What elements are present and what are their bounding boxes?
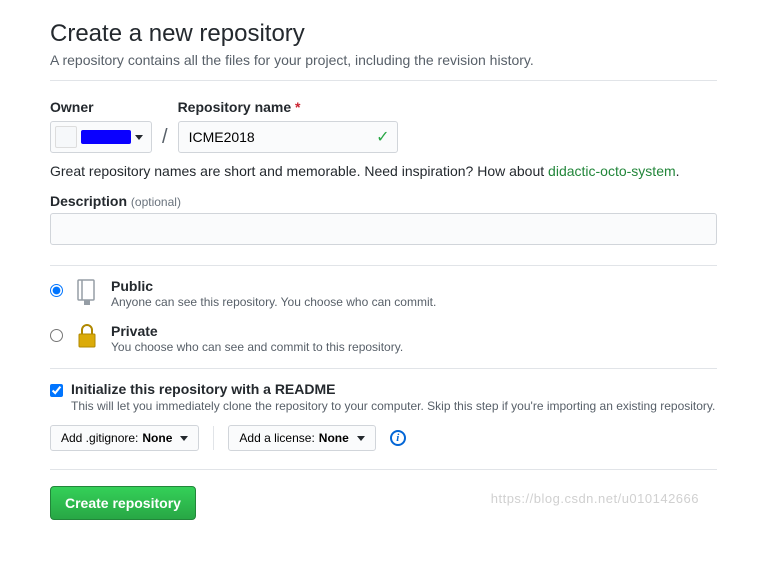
readme-sub: This will let you immediately clone the …: [71, 399, 715, 413]
public-title: Public: [111, 278, 436, 294]
page-subtitle: A repository contains all the files for …: [50, 52, 717, 68]
info-icon[interactable]: i: [390, 430, 406, 446]
lock-icon: [73, 323, 101, 349]
chevron-down-icon: [357, 436, 365, 441]
watermark: https://blog.csdn.net/u010142666: [491, 491, 699, 506]
create-repository-button[interactable]: Create repository: [50, 486, 196, 520]
description-input[interactable]: [50, 213, 717, 245]
check-icon: ✓: [376, 127, 389, 147]
license-select[interactable]: Add a license: None: [228, 425, 375, 451]
divider-vertical: [213, 426, 214, 450]
slash-separator: /: [160, 126, 170, 153]
readme-checkbox[interactable]: [50, 384, 63, 397]
repo-public-icon: [73, 278, 101, 306]
divider: [50, 265, 717, 266]
page-title: Create a new repository: [50, 20, 717, 48]
repo-name-input[interactable]: [178, 121, 398, 153]
private-title: Private: [111, 323, 403, 339]
suggestion-link[interactable]: didactic-octo-system: [548, 163, 676, 179]
chevron-down-icon: [180, 436, 188, 441]
owner-select[interactable]: [50, 121, 152, 153]
private-radio[interactable]: [50, 329, 63, 342]
private-sub: You choose who can see and commit to thi…: [111, 340, 403, 354]
divider: [50, 469, 717, 470]
public-sub: Anyone can see this repository. You choo…: [111, 295, 436, 309]
owner-avatar: [55, 126, 77, 148]
divider: [50, 80, 717, 81]
owner-label: Owner: [50, 99, 152, 115]
name-hint: Great repository names are short and mem…: [50, 163, 717, 179]
owner-name-redacted: [81, 130, 131, 144]
gitignore-select[interactable]: Add .gitignore: None: [50, 425, 199, 451]
repo-name-label: Repository name *: [178, 99, 398, 115]
readme-title: Initialize this repository with a README: [71, 381, 715, 397]
chevron-down-icon: [135, 135, 143, 140]
divider: [50, 368, 717, 369]
description-label: Description (optional): [50, 193, 181, 209]
public-radio[interactable]: [50, 284, 63, 297]
